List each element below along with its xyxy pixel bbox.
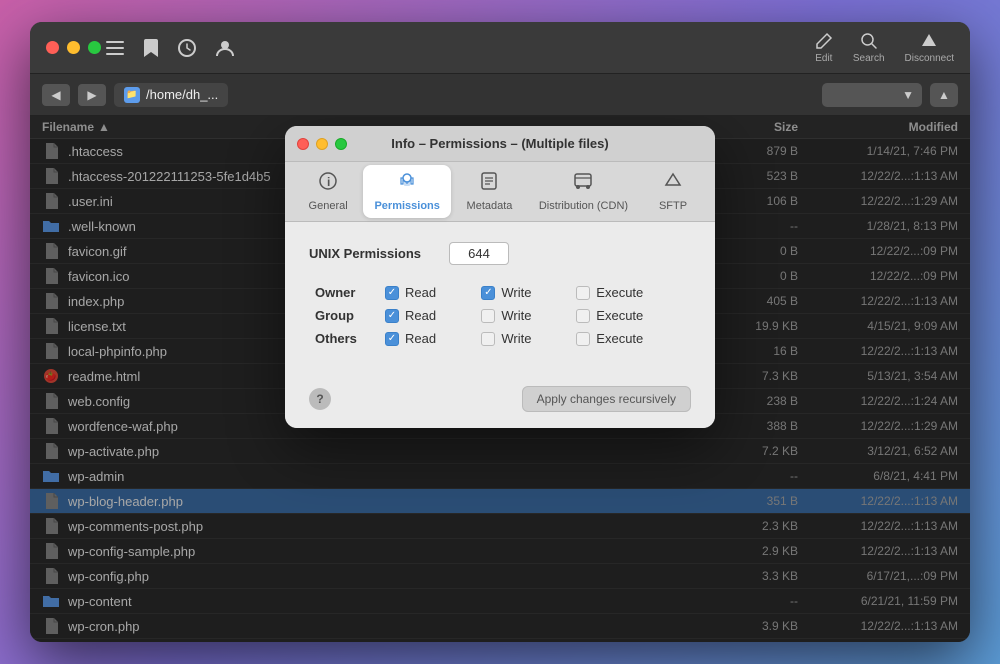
group-execute-label: Execute bbox=[596, 308, 643, 323]
tab-general[interactable]: i General bbox=[297, 165, 359, 218]
owner-write-cell: Write bbox=[481, 285, 564, 300]
disconnect-button[interactable]: Disconnect bbox=[905, 32, 954, 64]
svg-text:i: i bbox=[327, 175, 330, 189]
edit-label: Edit bbox=[815, 53, 832, 64]
group-write-label: Write bbox=[501, 308, 531, 323]
navbar: ◀ ▶ 📁 /home/dh_... ▼ ▲ bbox=[30, 74, 970, 116]
navbar-right: ▼ ▲ bbox=[822, 83, 958, 107]
owner-execute-cell: Execute bbox=[576, 285, 685, 300]
group-read-checkbox[interactable] bbox=[385, 309, 399, 323]
toolbar-right: Edit Search Disconnect bbox=[815, 32, 954, 64]
owner-execute-checkbox[interactable] bbox=[576, 286, 590, 300]
path-display[interactable]: 📁 /home/dh_... bbox=[114, 83, 228, 107]
owner-entity-label: Owner bbox=[309, 281, 379, 304]
up-button[interactable]: ▲ bbox=[930, 83, 958, 107]
owner-read-cell: Read bbox=[385, 285, 469, 300]
modal-zoom-button[interactable] bbox=[335, 138, 347, 150]
owner-execute-label: Execute bbox=[596, 285, 643, 300]
others-execute-cell: Execute bbox=[576, 331, 685, 346]
owner-read-label: Read bbox=[405, 285, 436, 300]
group-read-label: Read bbox=[405, 308, 436, 323]
sftp-icon bbox=[663, 171, 683, 196]
menu-icon[interactable] bbox=[106, 41, 124, 55]
others-execute-checkbox[interactable] bbox=[576, 332, 590, 346]
modal-overlay: Info – Permissions – (Multiple files) i … bbox=[30, 116, 970, 642]
back-button[interactable]: ◀ bbox=[42, 84, 70, 106]
disconnect-label: Disconnect bbox=[905, 53, 954, 64]
apply-recursively-button[interactable]: Apply changes recursively bbox=[522, 386, 691, 412]
view-dropdown[interactable]: ▼ bbox=[822, 83, 922, 107]
others-execute-label: Execute bbox=[596, 331, 643, 346]
unix-permissions-input[interactable] bbox=[449, 242, 509, 265]
owner-write-checkbox[interactable] bbox=[481, 286, 495, 300]
modal-close-button[interactable] bbox=[297, 138, 309, 150]
others-write-cell: Write bbox=[481, 331, 564, 346]
titlebar: Edit Search Disconnect bbox=[30, 22, 970, 74]
modal-tabs: i General Permissio bbox=[285, 162, 715, 222]
others-row: Others Read bbox=[309, 327, 691, 350]
general-icon: i bbox=[318, 171, 338, 196]
edit-button[interactable]: Edit bbox=[815, 32, 833, 64]
group-entity-label: Group bbox=[309, 304, 379, 327]
modal-footer: ? Apply changes recursively bbox=[285, 376, 715, 428]
sftp-tab-label: SFTP bbox=[659, 200, 687, 212]
group-row: Group Read bbox=[309, 304, 691, 327]
search-label: Search bbox=[853, 53, 885, 64]
others-read-label: Read bbox=[405, 331, 436, 346]
distribution-icon bbox=[573, 171, 593, 196]
modal-title: Info – Permissions – (Multiple files) bbox=[391, 136, 608, 151]
others-read-checkbox[interactable] bbox=[385, 332, 399, 346]
unix-permissions-label: UNIX Permissions bbox=[309, 246, 449, 261]
group-execute-checkbox[interactable] bbox=[576, 309, 590, 323]
toolbar-icons bbox=[106, 39, 234, 57]
bookmark-icon[interactable] bbox=[144, 39, 158, 57]
others-read-cell: Read bbox=[385, 331, 469, 346]
distribution-tab-label: Distribution (CDN) bbox=[539, 200, 628, 212]
group-write-checkbox[interactable] bbox=[481, 309, 495, 323]
forward-button[interactable]: ▶ bbox=[78, 84, 106, 106]
metadata-tab-label: Metadata bbox=[467, 200, 513, 212]
search-button[interactable]: Search bbox=[853, 32, 885, 64]
unix-permissions-row: UNIX Permissions bbox=[309, 242, 691, 265]
path-folder-icon: 📁 bbox=[124, 87, 140, 103]
tab-sftp[interactable]: SFTP bbox=[643, 165, 703, 218]
modal-titlebar: Info – Permissions – (Multiple files) bbox=[285, 126, 715, 162]
modal-traffic-lights bbox=[297, 138, 347, 150]
tab-distribution[interactable]: Distribution (CDN) bbox=[528, 165, 639, 218]
maximize-button[interactable] bbox=[88, 41, 101, 54]
owner-read-checkbox[interactable] bbox=[385, 286, 399, 300]
group-execute-cell: Execute bbox=[576, 308, 685, 323]
modal-minimize-button[interactable] bbox=[316, 138, 328, 150]
minimize-button[interactable] bbox=[67, 41, 80, 54]
others-write-checkbox[interactable] bbox=[481, 332, 495, 346]
group-read-cell: Read bbox=[385, 308, 469, 323]
tab-metadata[interactable]: Metadata bbox=[455, 165, 524, 218]
path-text: /home/dh_... bbox=[146, 87, 218, 102]
general-tab-label: General bbox=[309, 200, 348, 212]
close-button[interactable] bbox=[46, 41, 59, 54]
main-content: Filename ▲ Size Modified .htaccess 879 B… bbox=[30, 116, 970, 642]
profile-icon[interactable] bbox=[216, 39, 234, 57]
history-icon[interactable] bbox=[178, 39, 196, 57]
owner-write-label: Write bbox=[501, 285, 531, 300]
permissions-table: Owner Read bbox=[309, 281, 691, 350]
metadata-icon bbox=[479, 171, 499, 196]
help-button[interactable]: ? bbox=[309, 388, 331, 410]
traffic-lights bbox=[46, 41, 101, 54]
owner-row: Owner Read bbox=[309, 281, 691, 304]
modal-content: UNIX Permissions Owner bbox=[285, 222, 715, 376]
tab-permissions[interactable]: Permissions bbox=[363, 165, 451, 218]
others-write-label: Write bbox=[501, 331, 531, 346]
permissions-tab-label: Permissions bbox=[374, 200, 439, 212]
chevron-down-icon: ▼ bbox=[902, 88, 914, 102]
permissions-icon bbox=[397, 171, 417, 196]
others-entity-label: Others bbox=[309, 327, 379, 350]
group-write-cell: Write bbox=[481, 308, 564, 323]
permissions-modal: Info – Permissions – (Multiple files) i … bbox=[285, 126, 715, 428]
main-window: Edit Search Disconnect ◀ ▶ 📁 /home/dh_. bbox=[30, 22, 970, 642]
